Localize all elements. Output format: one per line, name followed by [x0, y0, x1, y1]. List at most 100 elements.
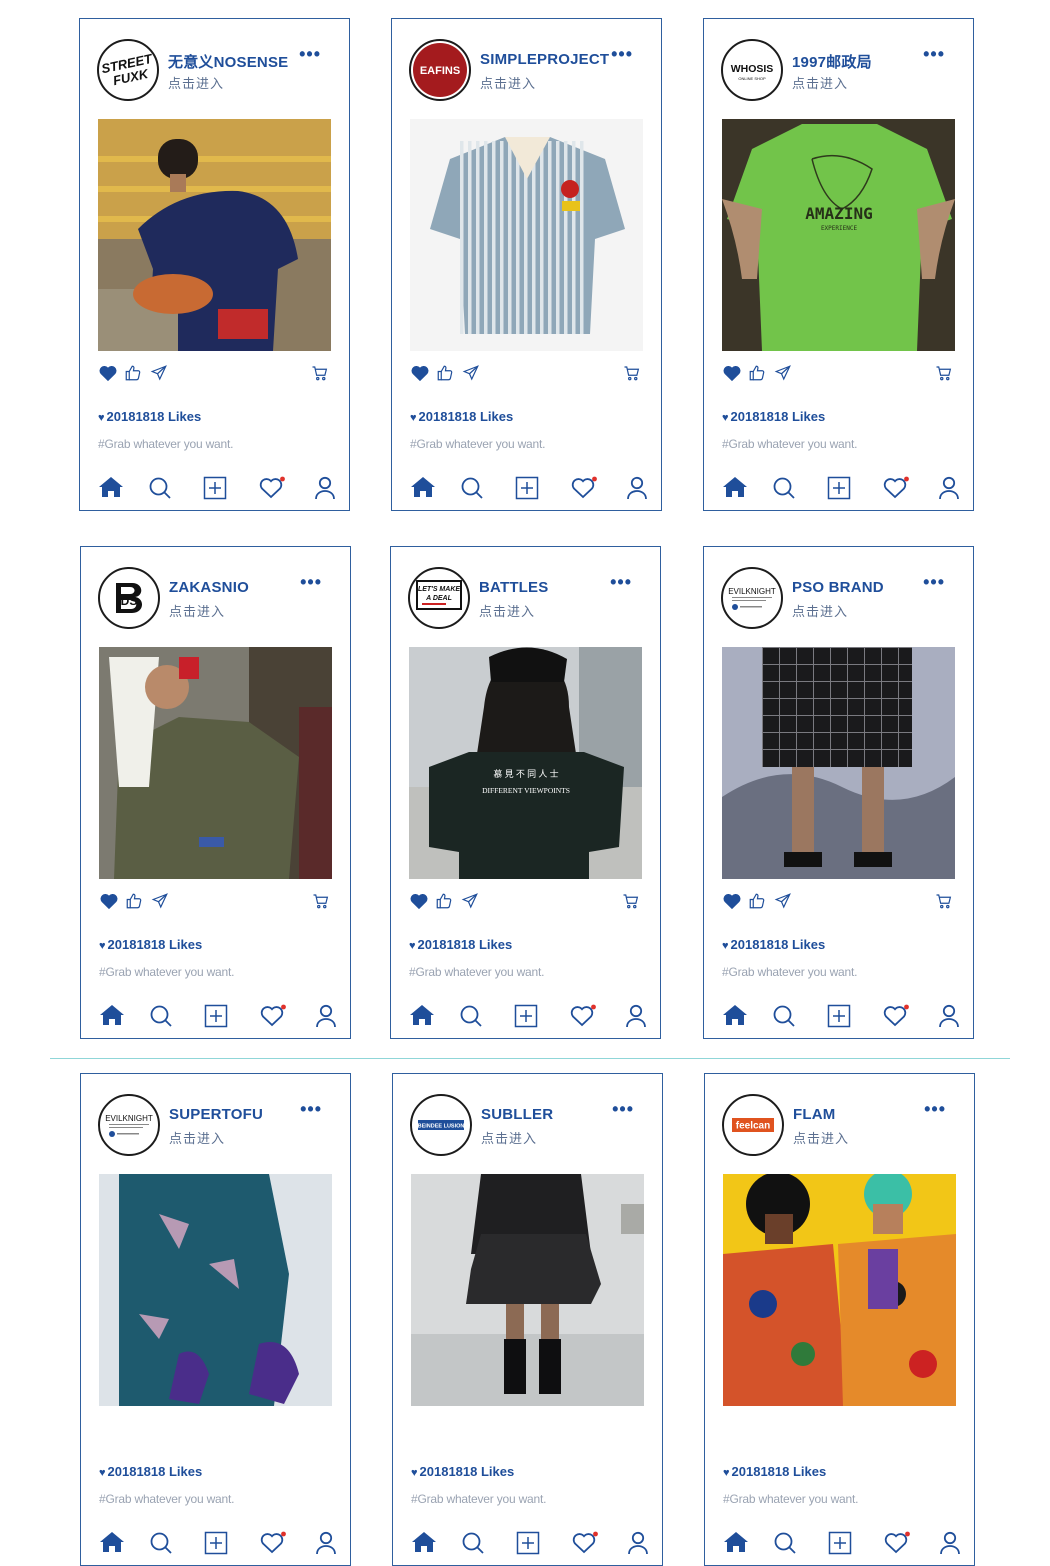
profile-icon[interactable] [938, 1004, 960, 1033]
profile-icon[interactable] [627, 1531, 649, 1560]
post-photo[interactable] [722, 647, 955, 879]
profile-icon[interactable] [939, 1531, 961, 1560]
cart-icon[interactable] [623, 364, 641, 387]
thumbs-up-icon[interactable] [748, 892, 766, 915]
add-icon[interactable] [204, 1531, 228, 1560]
brand-name[interactable]: 无意义NOSENSE [168, 51, 288, 72]
brand-avatar[interactable]: DS [98, 567, 160, 629]
activity-heart-icon[interactable] [882, 476, 910, 505]
enter-link[interactable]: 点击进入 [169, 1128, 225, 1147]
home-icon[interactable] [410, 476, 436, 503]
profile-icon[interactable] [938, 476, 960, 505]
send-icon[interactable] [774, 892, 792, 915]
search-icon[interactable] [460, 476, 484, 505]
brand-avatar[interactable]: LET'S MAKE A DEAL [408, 567, 470, 629]
thumbs-up-icon[interactable] [124, 364, 142, 387]
post-photo[interactable] [98, 119, 331, 351]
add-icon[interactable] [827, 1004, 851, 1033]
enter-link[interactable]: 点击进入 [168, 73, 224, 92]
heart-icon[interactable] [98, 364, 118, 387]
more-options-button[interactable]: ••• [611, 45, 633, 63]
add-icon[interactable] [514, 1004, 538, 1033]
post-photo[interactable] [99, 647, 332, 879]
add-icon[interactable] [827, 476, 851, 505]
brand-name[interactable]: FLAM [793, 1106, 835, 1123]
activity-heart-icon[interactable] [570, 476, 598, 505]
home-icon[interactable] [98, 476, 124, 503]
post-photo[interactable]: AMAZING EXPERIENCE [722, 119, 955, 351]
add-icon[interactable] [515, 476, 539, 505]
send-icon[interactable] [774, 364, 792, 387]
brand-avatar[interactable]: EAFINS [409, 39, 471, 101]
heart-icon[interactable] [722, 364, 742, 387]
post-photo[interactable] [723, 1174, 956, 1406]
thumbs-up-icon[interactable] [748, 364, 766, 387]
search-icon[interactable] [148, 476, 172, 505]
enter-link[interactable]: 点击进入 [792, 73, 848, 92]
brand-avatar[interactable]: feelcan [722, 1094, 784, 1156]
activity-heart-icon[interactable] [259, 1004, 287, 1033]
add-icon[interactable] [516, 1531, 540, 1560]
brand-name[interactable]: SUBLLER [481, 1106, 553, 1123]
profile-icon[interactable] [625, 1004, 647, 1033]
thumbs-up-icon[interactable] [436, 364, 454, 387]
activity-heart-icon[interactable] [883, 1531, 911, 1560]
cart-icon[interactable] [311, 364, 329, 387]
more-options-button[interactable]: ••• [300, 1100, 322, 1118]
more-options-button[interactable]: ••• [300, 573, 322, 591]
more-options-button[interactable]: ••• [924, 1100, 946, 1118]
brand-name[interactable]: BATTLES [479, 579, 548, 596]
search-icon[interactable] [461, 1531, 485, 1560]
home-icon[interactable] [411, 1531, 437, 1558]
home-icon[interactable] [99, 1004, 125, 1031]
search-icon[interactable] [459, 1004, 483, 1033]
heart-icon[interactable] [410, 364, 430, 387]
heart-icon[interactable] [409, 892, 429, 915]
search-icon[interactable] [772, 1004, 796, 1033]
cart-icon[interactable] [622, 892, 640, 915]
enter-link[interactable]: 点击进入 [169, 601, 225, 620]
brand-name[interactable]: ZAKASNIO [169, 579, 249, 596]
brand-name[interactable]: 1997邮政局 [792, 51, 872, 72]
enter-link[interactable]: 点击进入 [479, 601, 535, 620]
send-icon[interactable] [151, 892, 169, 915]
send-icon[interactable] [461, 892, 479, 915]
profile-icon[interactable] [314, 476, 336, 505]
activity-heart-icon[interactable] [882, 1004, 910, 1033]
enter-link[interactable]: 点击进入 [481, 1128, 537, 1147]
add-icon[interactable] [203, 476, 227, 505]
send-icon[interactable] [150, 364, 168, 387]
activity-heart-icon[interactable] [258, 476, 286, 505]
brand-avatar[interactable]: WHOSIS ONLINE SHOP [721, 39, 783, 101]
search-icon[interactable] [773, 1531, 797, 1560]
heart-icon[interactable] [99, 892, 119, 915]
search-icon[interactable] [149, 1531, 173, 1560]
home-icon[interactable] [722, 476, 748, 503]
brand-avatar[interactable]: STREET FUXK [97, 39, 159, 101]
home-icon[interactable] [723, 1531, 749, 1558]
search-icon[interactable] [149, 1004, 173, 1033]
thumbs-up-icon[interactable] [125, 892, 143, 915]
profile-icon[interactable] [315, 1531, 337, 1560]
cart-icon[interactable] [935, 892, 953, 915]
cart-icon[interactable] [935, 364, 953, 387]
add-icon[interactable] [204, 1004, 228, 1033]
brand-name[interactable]: PSO BRAND [792, 579, 884, 596]
search-icon[interactable] [772, 476, 796, 505]
post-photo[interactable] [99, 1174, 332, 1406]
home-icon[interactable] [722, 1004, 748, 1031]
more-options-button[interactable]: ••• [923, 573, 945, 591]
home-icon[interactable] [99, 1531, 125, 1558]
enter-link[interactable]: 点击进入 [793, 1128, 849, 1147]
more-options-button[interactable]: ••• [923, 45, 945, 63]
profile-icon[interactable] [315, 1004, 337, 1033]
post-photo[interactable] [411, 1174, 644, 1406]
thumbs-up-icon[interactable] [435, 892, 453, 915]
enter-link[interactable]: 点击进入 [480, 73, 536, 92]
brand-avatar[interactable]: EVILKNIGHT [721, 567, 783, 629]
profile-icon[interactable] [626, 476, 648, 505]
post-photo[interactable] [410, 119, 643, 351]
activity-heart-icon[interactable] [569, 1004, 597, 1033]
more-options-button[interactable]: ••• [612, 1100, 634, 1118]
activity-heart-icon[interactable] [259, 1531, 287, 1560]
